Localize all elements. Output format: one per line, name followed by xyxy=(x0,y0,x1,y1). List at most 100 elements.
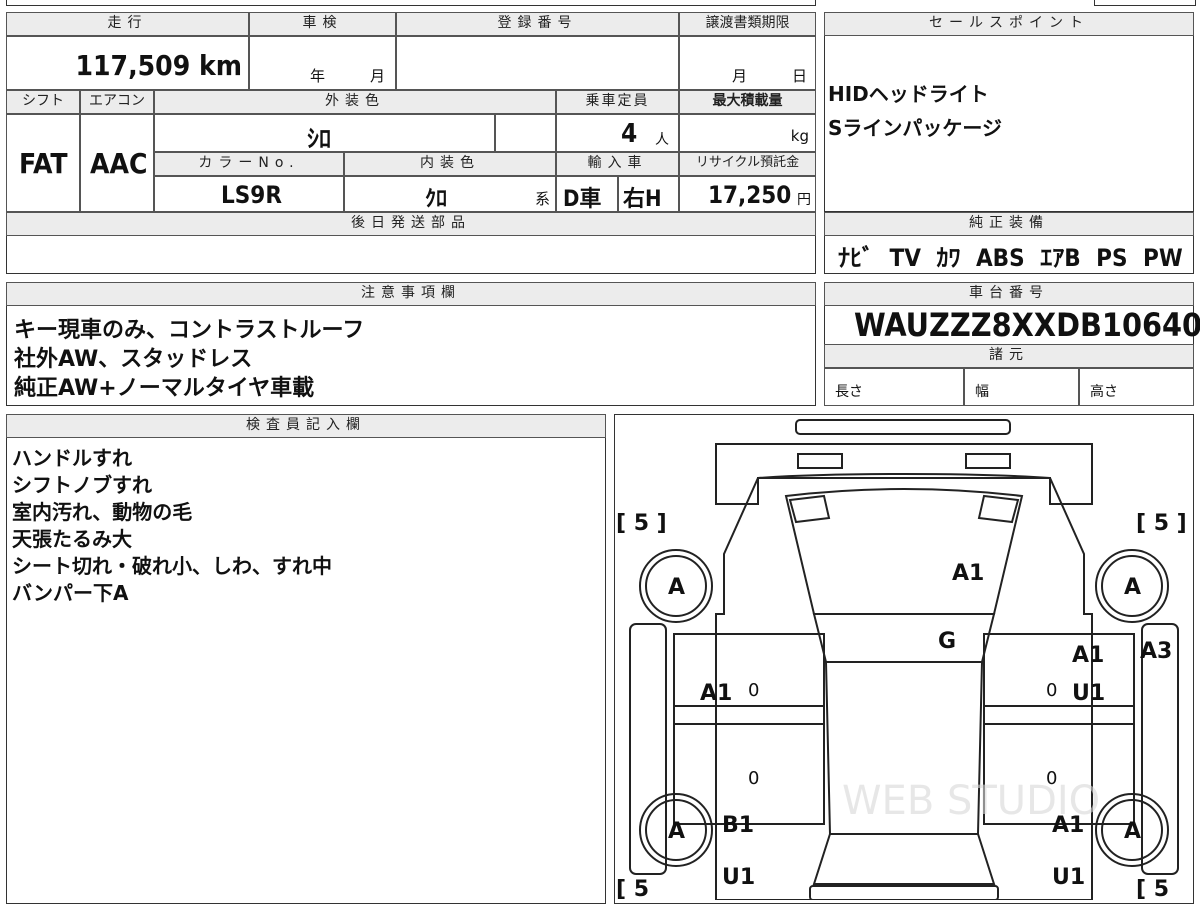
inspector-line-6: バンパー下A xyxy=(12,581,129,605)
exterior-color-extra xyxy=(495,114,556,152)
inspection-header: 車検 xyxy=(249,12,396,36)
interior-color-suffix: 系 xyxy=(535,190,551,208)
interior-color-cell: ｸﾛ 系 xyxy=(344,176,556,212)
aircon-cell: AAC xyxy=(80,114,154,212)
exterior-color-cell: ｼﾛ xyxy=(154,114,495,153)
capacity-cell: 4 人 xyxy=(556,114,679,152)
max-load-unit: kg xyxy=(790,127,809,145)
max-load-header: 最大積載量 xyxy=(679,90,816,114)
width-cell: 幅 xyxy=(964,368,1079,406)
capacity-header: 乗車定員 xyxy=(556,90,679,114)
wheel-fl-grade: A xyxy=(668,575,685,600)
import-value-1: D車 xyxy=(563,187,602,212)
aircon-value: AAC xyxy=(90,147,148,180)
color-no-cell: LS9R xyxy=(154,176,344,212)
tire-rear-left: [ 5 xyxy=(616,877,649,900)
left-sill xyxy=(629,623,667,875)
right-front-door-grade-2: U1 xyxy=(1072,681,1105,706)
mileage-value: 117,509 km xyxy=(75,49,243,82)
inspection-year: 年 xyxy=(310,67,326,85)
transfer-month: 月 xyxy=(732,67,748,85)
interior-color-header: 内装色 xyxy=(344,152,556,176)
transfer-cell: 月 日 xyxy=(679,36,816,90)
zero-mark-1: 0 xyxy=(748,680,759,701)
front-bumper xyxy=(795,419,1011,435)
inspector-line-2: シフトノブすれ xyxy=(12,473,152,497)
exterior-color-header: 外装色 xyxy=(154,90,556,114)
sales-point-2: Sラインパッケージ xyxy=(828,116,1003,140)
inspector-line-1: ハンドルすれ xyxy=(12,446,132,470)
headlight-left xyxy=(797,453,843,469)
recycle-unit: 円 xyxy=(797,192,811,208)
body-outline xyxy=(715,472,1093,900)
inspector-line-5: シート切れ・破れ小、しわ、すれ中 xyxy=(12,554,332,578)
recycle-cell: 17,250 円 xyxy=(679,176,816,212)
tire-rear-right: [ 5 xyxy=(1136,877,1169,900)
exterior-color-value: ｼﾛ xyxy=(307,125,331,153)
genuine-equipment-header: 純正装備 xyxy=(824,212,1194,236)
headlight-right xyxy=(965,453,1011,469)
right-rear-grade-1: A1 xyxy=(1052,813,1084,838)
wheel-rl-grade: A xyxy=(668,819,685,844)
specs-header: 諸元 xyxy=(824,344,1194,368)
right-rear-grade-2: U1 xyxy=(1052,865,1085,890)
note-line-3: 純正AW+ノーマルタイヤ車載 xyxy=(14,376,315,401)
color-no-value: LS9R xyxy=(221,181,282,209)
shift-header: シフト xyxy=(6,90,80,114)
chassis-header: 車台番号 xyxy=(824,282,1194,306)
wheel-rr-grade: A xyxy=(1124,819,1141,844)
tire-front-right: [ 5 ] xyxy=(1136,511,1187,536)
left-front-door xyxy=(673,633,825,725)
length-label: 長さ xyxy=(835,384,863,400)
inspector-line-4: 天張たるみ大 xyxy=(12,527,132,551)
windshield xyxy=(812,613,996,663)
height-label: 高さ xyxy=(1090,384,1118,400)
mileage-header: 走行 xyxy=(6,12,249,36)
rear-bumper xyxy=(809,885,999,900)
later-parts-header: 後日発送部品 xyxy=(6,212,816,236)
right-front-door-grade-1: A1 xyxy=(1072,643,1104,668)
import-header: 輸入車 xyxy=(556,152,679,176)
sales-point-1: HIDヘッドライト xyxy=(828,82,989,106)
import-cell-2: 右H xyxy=(618,176,679,212)
width-label: 幅 xyxy=(975,384,989,400)
genuine-equipment-value: ﾅﾋﾞ TV ｶﾜ ABS ｴｱB PS PW xyxy=(838,244,1183,272)
transfer-deadline-header: 譲渡書類期限 xyxy=(679,12,816,36)
shift-value: FAT xyxy=(19,147,68,180)
hood xyxy=(784,488,1024,615)
registration-cell xyxy=(396,36,679,90)
capacity-unit: 人 xyxy=(655,132,669,148)
left-rear-grade-2: U1 xyxy=(722,865,755,890)
color-no-header: カラーNo. xyxy=(154,152,344,176)
recycle-header: リサイクル預託金 xyxy=(679,152,816,176)
mileage-cell: 117,509 km xyxy=(6,36,249,90)
notes-header: 注意事項欄 xyxy=(6,282,816,306)
zero-mark-4: 0 xyxy=(1046,768,1057,789)
interior-color-value: ｸﾛ xyxy=(425,187,448,212)
left-front-door-grade: A1 xyxy=(700,681,732,706)
import-value-2: 右H xyxy=(623,187,662,212)
note-line-1: キー現車のみ、コントラストルーフ xyxy=(14,318,365,343)
zero-mark-3: 0 xyxy=(748,768,759,789)
max-load-cell: kg xyxy=(679,114,816,152)
recycle-value: 17,250 xyxy=(708,181,792,209)
wheel-fr-grade: A xyxy=(1124,575,1141,600)
car-diagram: WEB STUDIO [ 5 ] [ 5 ] [ 5 [ 5 A A A A A… xyxy=(616,419,1187,900)
capacity-value: 4 xyxy=(621,119,638,149)
rear-window xyxy=(812,833,996,885)
left-rear-grade-1: B1 xyxy=(722,813,754,838)
inspection-cell: 年 月 xyxy=(249,36,396,90)
right-front-door xyxy=(983,633,1135,725)
inspector-line-3: 室内汚れ、動物の毛 xyxy=(12,500,193,524)
top-strip xyxy=(6,0,816,6)
hood-grade: A1 xyxy=(952,561,984,586)
right-fender-grade: A3 xyxy=(1140,639,1172,664)
top-strip-right xyxy=(1094,0,1196,6)
inspection-month: 月 xyxy=(370,67,386,85)
transfer-day: 日 xyxy=(792,67,808,85)
shift-cell: FAT xyxy=(6,114,80,212)
height-cell: 高さ xyxy=(1079,368,1194,406)
length-cell: 長さ xyxy=(824,368,964,406)
sales-points-header: セールスポイント xyxy=(824,12,1194,36)
windshield-grade: G xyxy=(938,629,956,654)
